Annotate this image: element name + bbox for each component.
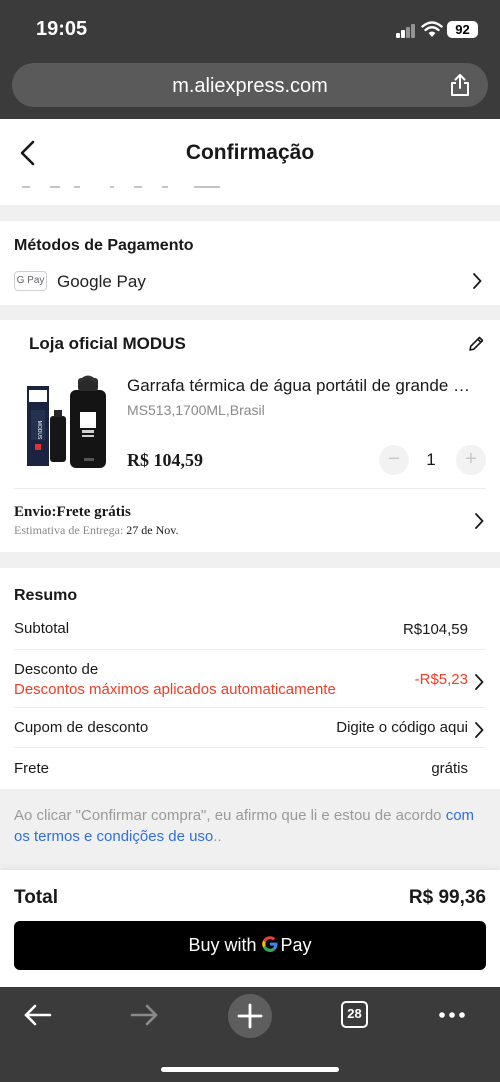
- new-tab-plus-icon[interactable]: [226, 992, 274, 1040]
- signal-icon: [396, 24, 416, 38]
- tabs-count: 28: [341, 1001, 368, 1028]
- summary-title: Resumo: [14, 587, 78, 604]
- product-title[interactable]: Garrafa térmica de água portátil de gran…: [127, 376, 477, 396]
- payment-method-label: Google Pay: [57, 272, 146, 291]
- tabs-button[interactable]: 28: [332, 997, 376, 1033]
- more-options-icon[interactable]: [430, 997, 474, 1033]
- page-header: Confirmação: [0, 119, 500, 205]
- subtotal-value: R$104,59: [402, 621, 468, 638]
- share-icon[interactable]: [449, 73, 471, 97]
- shipping-estimate-label: Estimativa de Entrega:: [14, 523, 124, 537]
- coupon-label: Cupom de desconto: [14, 719, 149, 736]
- home-indicator: [161, 1067, 339, 1072]
- shipping-chevron-right-icon[interactable]: [474, 513, 484, 529]
- shipping-estimate-date: 27 de Nov.: [126, 523, 179, 537]
- discount-note: Descontos máximos aplicados automaticame…: [14, 681, 336, 698]
- discount-value: -R$5,23: [414, 671, 468, 688]
- shipping-title: Envio:Frete grátis: [14, 504, 131, 520]
- total-label: Total: [14, 887, 58, 908]
- url-text: m.aliexpress.com: [172, 75, 328, 97]
- terms-suffix: ..: [213, 828, 222, 845]
- page-title: Confirmação: [185, 141, 315, 164]
- shipping-estimate: Estimativa de Entrega: 27 de Nov.: [14, 523, 179, 538]
- google-g-icon: [261, 936, 277, 952]
- discount-row[interactable]: Desconto de Descontos máximos aplicados …: [14, 650, 486, 708]
- subtotal-label: Subtotal: [14, 620, 70, 637]
- edit-pencil-icon[interactable]: [467, 335, 485, 353]
- quantity-increase-button[interactable]: +: [456, 445, 486, 475]
- truncated-address-line: [22, 186, 220, 188]
- terms-text: Ao clicar "Confirmar compra", eu afirmo …: [14, 807, 446, 824]
- wifi-icon: [421, 21, 443, 37]
- total-value: R$ 99,36: [408, 887, 486, 908]
- store-section: Loja oficial MODUS MODUS Garrafa térmica…: [0, 320, 500, 552]
- browser-back-icon[interactable]: [16, 997, 60, 1033]
- pay-brand-label: Pay: [280, 935, 312, 955]
- payment-methods-section[interactable]: Métodos de Pagamento G Pay Google Pay: [0, 221, 500, 305]
- terms-notice: Ao clicar "Confirmar compra", eu afirmo …: [14, 805, 490, 847]
- quantity-decrease-button[interactable]: −: [379, 445, 409, 475]
- coupon-chevron-right-icon[interactable]: [474, 722, 484, 738]
- quantity-value: 1: [426, 450, 436, 469]
- address-bar[interactable]: m.aliexpress.com: [12, 63, 488, 107]
- checkout-footer: Total R$ 99,36 Buy with Pay: [0, 870, 500, 987]
- order-summary-section: Resumo Subtotal R$104,59 Desconto de Des…: [0, 568, 500, 789]
- coupon-row[interactable]: Cupom de desconto Digite o código aqui: [14, 708, 486, 748]
- divider: [14, 488, 486, 489]
- payment-section-title: Métodos de Pagamento: [14, 237, 194, 254]
- freight-label: Frete: [14, 760, 50, 777]
- discount-chevron-right-icon[interactable]: [474, 674, 484, 690]
- status-bar: 19:05 92: [0, 0, 500, 60]
- product-variant: MS513,1700ML,Brasil: [127, 402, 265, 418]
- freight-row: Frete grátis: [14, 748, 486, 788]
- google-pay-icon: G Pay: [14, 271, 47, 291]
- browser-forward-icon[interactable]: [122, 997, 166, 1033]
- clock: 19:05: [36, 18, 88, 40]
- subtotal-row: Subtotal R$104,59: [14, 612, 486, 650]
- freight-value: grátis: [431, 760, 468, 777]
- coupon-input-prompt[interactable]: Digite o código aqui: [336, 719, 468, 736]
- browser-toolbar: m.aliexpress.com: [0, 60, 500, 119]
- chevron-right-icon[interactable]: [472, 273, 482, 289]
- buy-with-google-pay-button[interactable]: Buy with Pay: [14, 921, 486, 970]
- checkout-page: Confirmação Métodos de Pagamento G Pay G…: [0, 119, 500, 987]
- svg-text:MODUS: MODUS: [36, 421, 42, 440]
- buy-with-label: Buy with: [188, 935, 257, 955]
- battery-indicator: 92: [447, 21, 478, 38]
- product-price: R$ 104,59: [127, 450, 203, 470]
- store-name: Loja oficial MODUS: [29, 334, 186, 353]
- product-image[interactable]: MODUS: [22, 372, 112, 472]
- discount-label: Desconto de: [14, 661, 99, 678]
- browser-bottom-bar: 28: [0, 987, 500, 1082]
